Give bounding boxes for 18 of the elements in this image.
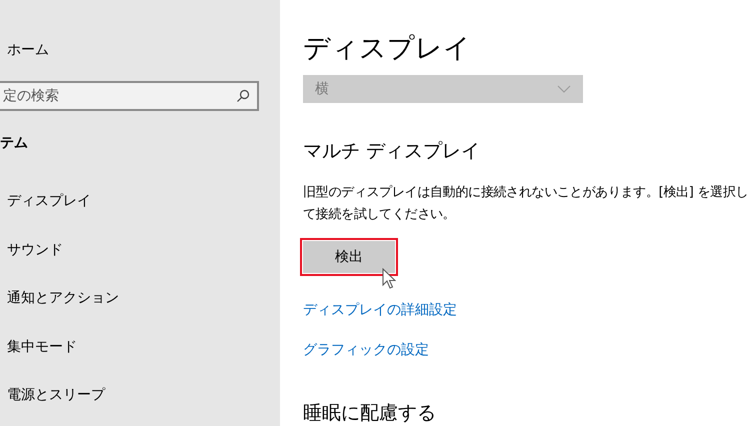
sidebar-item[interactable]: 通知とアクション bbox=[0, 288, 280, 308]
section-heading: 睡眠に配慮する bbox=[303, 401, 436, 426]
sidebar-item[interactable]: 集中モード bbox=[0, 336, 280, 356]
cursor-icon bbox=[382, 268, 396, 290]
page-title: ディスプレイ bbox=[303, 32, 471, 66]
settings-link[interactable]: グラフィックの設定 bbox=[303, 340, 429, 360]
section-title: テム bbox=[0, 134, 29, 153]
sidebar-item[interactable]: 電源とスリープ bbox=[0, 385, 280, 405]
settings-link[interactable]: ディスプレイの詳細設定 bbox=[303, 300, 457, 320]
sidebar-item[interactable]: ディスプレイ bbox=[0, 191, 280, 211]
description-text: 旧型のディスプレイは自動的に接続されないことがあります。[検出] を選択して接続を試してください。 bbox=[303, 184, 750, 224]
section-heading: マルチ ディスプレイ bbox=[303, 139, 480, 164]
search-icon bbox=[236, 89, 250, 103]
sidebar-item[interactable]: サウンド bbox=[0, 240, 280, 260]
home-link[interactable]: ホーム bbox=[7, 40, 280, 60]
chevron-down-icon bbox=[557, 85, 571, 93]
detect-button[interactable]: 検出 bbox=[303, 241, 395, 273]
search-field[interactable]: 定の検索 bbox=[0, 81, 259, 111]
